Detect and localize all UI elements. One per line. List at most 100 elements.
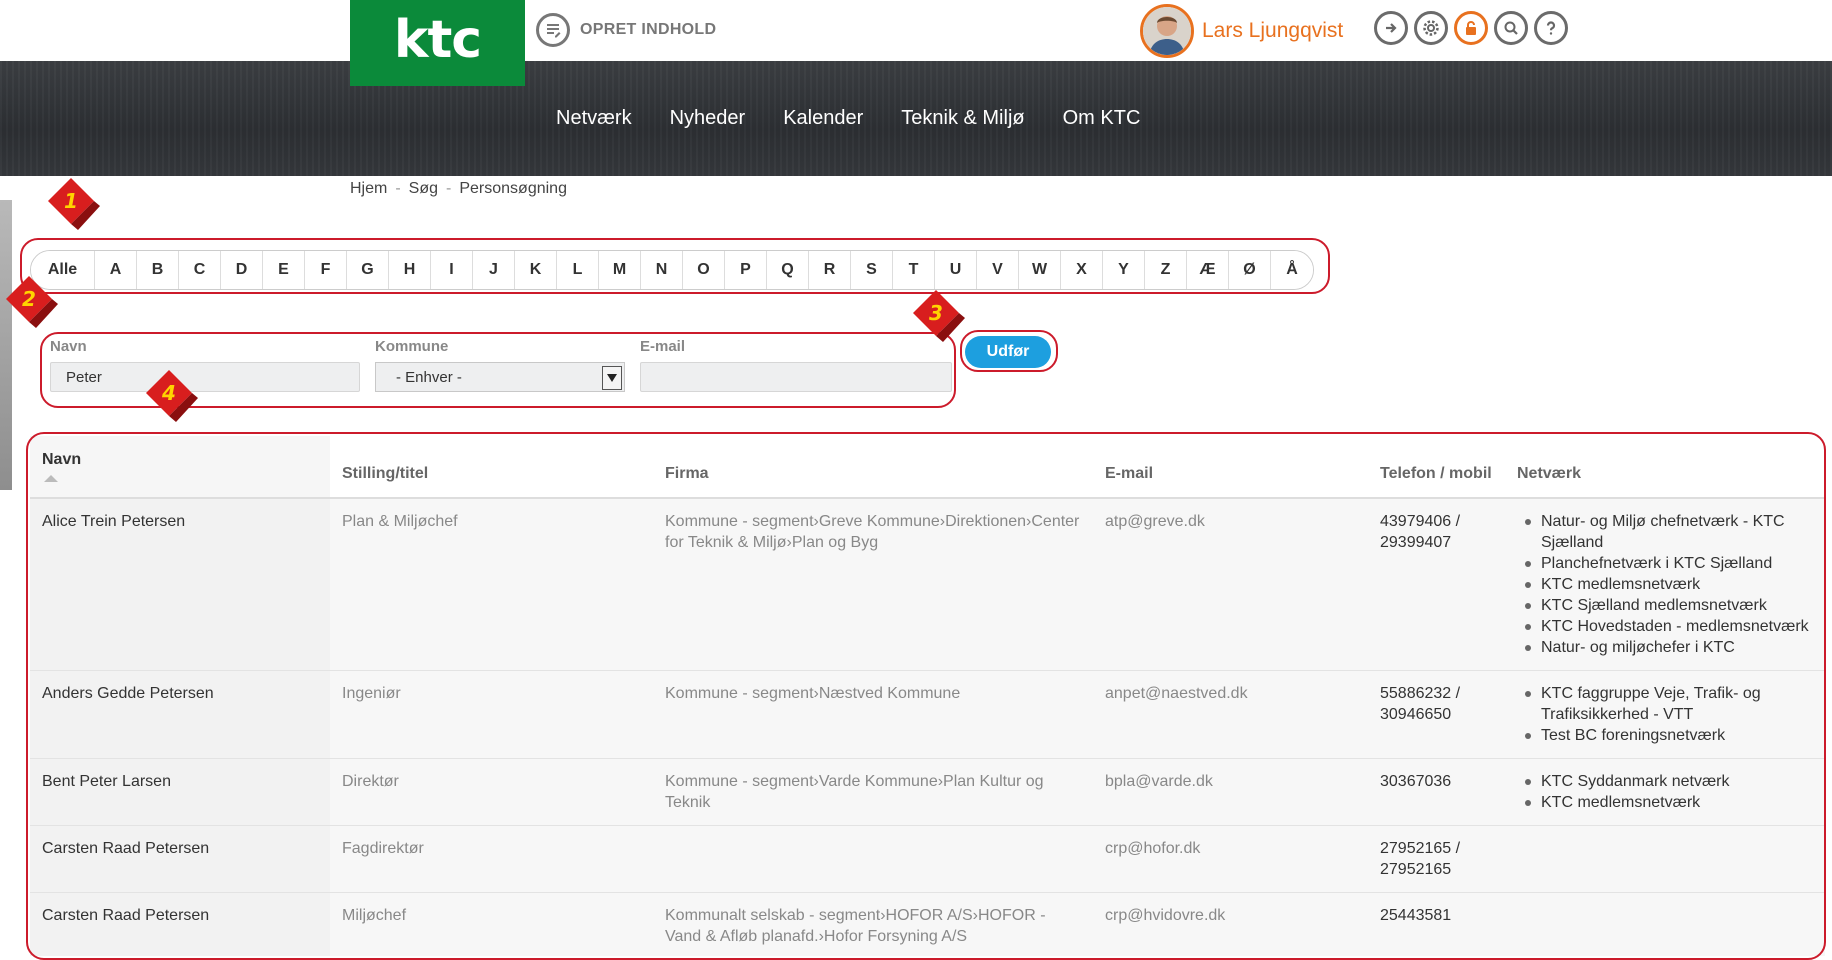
gear-icon[interactable] (1414, 11, 1448, 45)
letter-button[interactable]: O (683, 251, 725, 289)
network-item[interactable]: KTC Hovedstaden - medlemsnetværk (1525, 616, 1813, 637)
letter-button[interactable]: W (1019, 251, 1061, 289)
breadcrumb: Hjem - Søg - Personsøgning (350, 180, 567, 198)
letter-button[interactable]: F (305, 251, 347, 289)
email-input[interactable] (640, 362, 952, 392)
breadcrumb-search[interactable]: Søg (409, 180, 438, 198)
column-header-company[interactable]: Firma (653, 436, 1093, 499)
kommune-select[interactable]: - Enhver - (375, 362, 625, 392)
nav-item-kalender[interactable]: Kalender (783, 107, 863, 130)
network-item[interactable]: KTC Syddanmark netværk (1525, 771, 1813, 792)
toolbar-icons (1374, 11, 1568, 45)
network-item[interactable]: KTC Sjælland medlemsnetværk (1525, 595, 1813, 616)
letter-button[interactable]: M (599, 251, 641, 289)
table-row[interactable]: Carsten Raad Petersen Miljøchef Kommunalt … (30, 892, 1825, 956)
create-content-button[interactable]: OPRET INDHOLD (536, 13, 716, 47)
table-body: Alice Trein Petersen Plan & Miljøchef Komm… (30, 498, 1825, 956)
avatar[interactable] (1140, 4, 1194, 58)
letter-button[interactable]: Æ (1187, 251, 1229, 289)
table-row[interactable]: Alice Trein Petersen Plan & Miljøchef Komm… (30, 498, 1825, 671)
letter-button[interactable]: C (179, 251, 221, 289)
letter-button[interactable]: Ø (1229, 251, 1271, 289)
letter-button[interactable]: B (137, 251, 179, 289)
cell-networks (1505, 892, 1825, 956)
sort-ascending-icon[interactable] (44, 475, 58, 482)
letter-button[interactable]: V (977, 251, 1019, 289)
cell-name[interactable]: Bent Peter Larsen (30, 758, 330, 826)
letter-button[interactable]: E (263, 251, 305, 289)
letter-button[interactable]: A (95, 251, 137, 289)
letter-button[interactable]: R (809, 251, 851, 289)
column-header-email[interactable]: E-mail (1093, 436, 1368, 499)
table-row[interactable]: Anders Gedde Petersen Ingeniør Kommune - s… (30, 670, 1825, 759)
help-icon[interactable] (1534, 11, 1568, 45)
letter-button[interactable]: S (851, 251, 893, 289)
letter-button[interactable]: Å (1271, 251, 1313, 289)
network-item[interactable]: Test BC foreningsnetværk (1525, 725, 1813, 746)
chevron-down-icon[interactable] (602, 366, 622, 390)
lock-icon[interactable] (1454, 11, 1488, 45)
cell-phone: 55886232 / 30946650 (1368, 670, 1505, 759)
letter-button[interactable]: Q (767, 251, 809, 289)
breadcrumb-home[interactable]: Hjem (350, 180, 387, 198)
network-item[interactable]: Natur- og Miljø chefnetværk - KTC Sjælla… (1525, 511, 1813, 553)
table-row[interactable]: Bent Peter Larsen Direktør Kommune - segme… (30, 758, 1825, 826)
cell-email[interactable]: crp@hofor.dk (1093, 825, 1368, 893)
cell-networks: KTC faggruppe Veje, Trafik- og Trafiksik… (1505, 670, 1825, 759)
logout-icon[interactable] (1374, 11, 1408, 45)
left-edge-image (0, 200, 12, 490)
cell-networks: KTC Syddanmark netværk KTC medlemsnetværk (1505, 758, 1825, 826)
nav-item-teknik-miljo[interactable]: Teknik & Miljø (901, 107, 1024, 130)
annotation-number-3: 3 (929, 301, 943, 325)
letter-button[interactable]: Z (1145, 251, 1187, 289)
letter-button[interactable]: D (221, 251, 263, 289)
search-icon[interactable] (1494, 11, 1528, 45)
cell-name[interactable]: Anders Gedde Petersen (30, 670, 330, 759)
letter-button[interactable]: X (1061, 251, 1103, 289)
cell-email[interactable]: atp@greve.dk (1093, 498, 1368, 671)
ktc-logo[interactable]: ktc (350, 0, 525, 86)
nav-item-nyheder[interactable]: Nyheder (670, 107, 746, 130)
column-header-phone[interactable]: Telefon / mobil (1368, 436, 1505, 499)
submit-button[interactable]: Udfør (965, 336, 1051, 368)
network-item[interactable]: KTC medlemsnetværk (1525, 574, 1813, 595)
column-header-network[interactable]: Netværk (1505, 436, 1825, 499)
network-item[interactable]: KTC faggruppe Veje, Trafik- og Trafiksik… (1525, 683, 1813, 725)
cell-email[interactable]: bpla@varde.dk (1093, 758, 1368, 826)
create-content-label: OPRET INDHOLD (580, 21, 717, 38)
letter-button[interactable]: L (557, 251, 599, 289)
cell-name[interactable]: Alice Trein Petersen (30, 498, 330, 671)
letter-button[interactable]: N (641, 251, 683, 289)
cell-email[interactable]: crp@hvidovre.dk (1093, 892, 1368, 956)
column-header-name-label: Navn (42, 451, 82, 468)
nav-item-om-ktc[interactable]: Om KTC (1063, 107, 1141, 130)
cell-company: Kommunalt selskab - segment›HOFOR A/S›HO… (653, 892, 1093, 956)
cell-title: Plan & Miljøchef (330, 498, 653, 671)
user-name[interactable]: Lars Ljungqvist (1202, 19, 1343, 43)
letter-button[interactable]: T (893, 251, 935, 289)
main-navigation: Netværk Nyheder Kalender Teknik & Miljø … (0, 61, 1832, 176)
email-label: E-mail (640, 338, 686, 355)
letter-button[interactable]: U (935, 251, 977, 289)
letter-button[interactable]: H (389, 251, 431, 289)
network-item[interactable]: Natur- og miljøchefer i KTC (1525, 637, 1813, 658)
cell-phone: 43979406 / 29399407 (1368, 498, 1505, 671)
letter-button[interactable]: J (473, 251, 515, 289)
nav-item-netvaerk[interactable]: Netværk (556, 107, 632, 130)
letter-button[interactable]: Y (1103, 251, 1145, 289)
column-header-name[interactable]: Navn (30, 436, 330, 499)
cell-name[interactable]: Carsten Raad Petersen (30, 825, 330, 893)
letter-button[interactable]: I (431, 251, 473, 289)
cell-email[interactable]: anpet@naestved.dk (1093, 670, 1368, 759)
user-profile[interactable]: Lars Ljungqvist (1140, 4, 1343, 58)
letter-button[interactable]: K (515, 251, 557, 289)
network-item[interactable]: KTC medlemsnetværk (1525, 792, 1813, 813)
network-item[interactable]: Planchefnetværk i KTC Sjælland (1525, 553, 1813, 574)
column-header-title[interactable]: Stilling/titel (330, 436, 653, 499)
table-row[interactable]: Carsten Raad Petersen Fagdirektør crp@hofo… (30, 825, 1825, 893)
letter-button[interactable]: G (347, 251, 389, 289)
cell-company: Kommune - segment›Varde Kommune›Plan Kul… (653, 758, 1093, 826)
name-input[interactable] (50, 362, 360, 392)
letter-button[interactable]: P (725, 251, 767, 289)
cell-name[interactable]: Carsten Raad Petersen (30, 892, 330, 956)
